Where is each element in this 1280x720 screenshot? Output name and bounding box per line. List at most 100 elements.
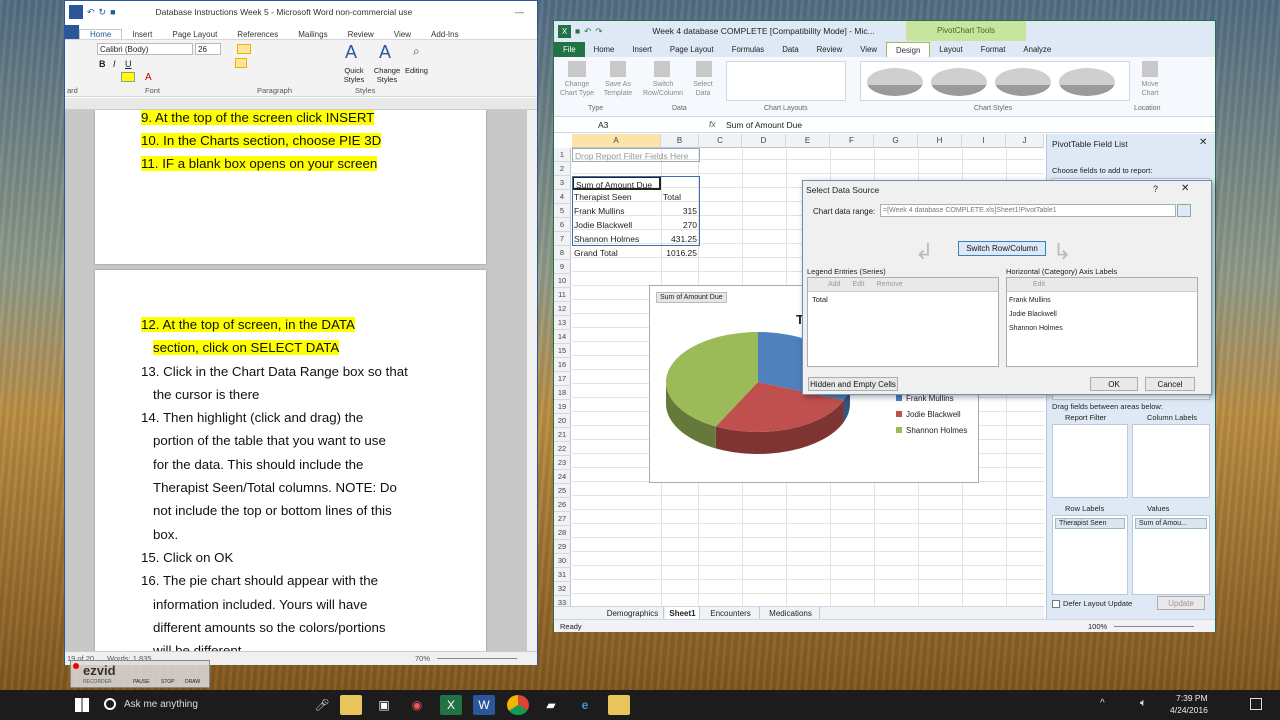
edit-axis-button[interactable]: Edit — [1033, 281, 1045, 288]
chart-styles-gallery[interactable] — [860, 61, 1130, 101]
values-area[interactable]: Sum of Amou... — [1132, 515, 1210, 595]
cancel-button[interactable]: Cancel — [1145, 377, 1195, 391]
chart-style-thumbnail[interactable] — [995, 68, 1051, 96]
pause-button[interactable]: PAUSE — [133, 679, 150, 685]
tab-add-ins[interactable]: Add-Ins — [421, 30, 469, 39]
name-box[interactable]: A3 — [556, 119, 662, 131]
series-item[interactable]: Total — [808, 292, 998, 307]
column-header[interactable]: I — [962, 134, 1006, 148]
column-header[interactable]: E — [786, 134, 830, 148]
field-list-close-icon[interactable]: ✕ — [1199, 137, 1207, 148]
chart-style-thumbnail[interactable] — [867, 68, 923, 96]
font-size-box[interactable]: 26 — [195, 43, 221, 55]
zoom-slider[interactable] — [437, 658, 517, 659]
draw-button[interactable]: DRAW — [185, 679, 200, 685]
tab-mailings[interactable]: Mailings — [288, 30, 337, 39]
pivot-row-name[interactable]: Frank Mullins — [572, 204, 661, 218]
chart-layouts-gallery[interactable] — [726, 61, 846, 101]
add-series-button[interactable]: Add — [828, 278, 840, 291]
tab-home[interactable]: Home — [585, 42, 624, 57]
move-chart-icon[interactable] — [1142, 61, 1158, 77]
switch-row-column-button[interactable]: Switch Row/Column — [958, 241, 1046, 256]
range-collapse-icon[interactable] — [1177, 204, 1191, 217]
tab-layout[interactable]: Layout — [930, 42, 971, 57]
excel-taskbar-icon[interactable]: X — [440, 695, 462, 715]
tab-home[interactable]: Home — [79, 29, 123, 39]
pivot-row-value[interactable]: 315 — [661, 204, 699, 218]
pivot-row-label[interactable]: Therapist Seen — [572, 190, 661, 204]
bullets-icon[interactable] — [237, 44, 251, 54]
tab-references[interactable]: References — [227, 30, 288, 39]
tab-formulas[interactable]: Formulas — [723, 42, 774, 57]
edge-icon[interactable]: e — [574, 695, 596, 715]
row-header[interactable]: 30 — [554, 554, 571, 568]
file-explorer-icon[interactable] — [340, 695, 362, 715]
value-field-chip[interactable]: Sum of Amou... — [1135, 518, 1207, 529]
row-header[interactable]: 11 — [554, 288, 571, 302]
row-header[interactable]: 24 — [554, 470, 571, 484]
save-as-template-button[interactable]: Save As Template — [598, 80, 638, 98]
column-header[interactable]: J — [1006, 134, 1044, 148]
pivot-grand-total-label[interactable]: Grand Total — [572, 246, 661, 260]
row-header[interactable]: 28 — [554, 526, 571, 540]
row-header[interactable]: 6 — [554, 218, 571, 232]
row-header[interactable]: 1 — [554, 148, 571, 162]
minimize-icon[interactable]: — — [515, 7, 524, 17]
pivot-row-name[interactable]: Jodie Blackwell — [572, 218, 661, 232]
column-header[interactable]: C — [699, 134, 742, 148]
network-icon[interactable]: ▰ — [540, 695, 562, 715]
dialog-close-icon[interactable]: ✕ — [1181, 183, 1189, 194]
row-header[interactable]: 26 — [554, 498, 571, 512]
word-taskbar-icon[interactable]: W — [473, 695, 495, 715]
word-vertical-scrollbar[interactable] — [527, 110, 537, 651]
row-header[interactable]: 9 — [554, 260, 571, 274]
formula-input[interactable]: Sum of Amount Due — [726, 119, 802, 131]
row-header[interactable]: 18 — [554, 386, 571, 400]
column-header[interactable]: F — [830, 134, 874, 148]
tab-insert[interactable]: Insert — [122, 30, 162, 39]
windows-start-icon[interactable] — [75, 698, 89, 712]
undo-icon[interactable]: ↶ — [87, 7, 95, 18]
redo-icon[interactable]: ↻ — [99, 7, 107, 18]
row-header[interactable]: 15 — [554, 344, 571, 358]
row-header[interactable]: 22 — [554, 442, 571, 456]
row-header[interactable]: 25 — [554, 484, 571, 498]
volume-icon[interactable]: 🔈︎ — [1140, 697, 1147, 710]
row-header[interactable]: 10 — [554, 274, 571, 288]
pivot-row-value[interactable]: 431.25 — [661, 232, 699, 246]
chart-field-button[interactable]: Sum of Amount Due — [656, 292, 727, 303]
row-header[interactable]: 7 — [554, 232, 571, 246]
switch-row-column-button[interactable]: Switch Row/Column — [640, 80, 686, 98]
legend-item[interactable]: Shannon Holmes — [896, 422, 967, 438]
notification-icon[interactable] — [1250, 698, 1262, 710]
tab-format[interactable]: Format — [972, 42, 1015, 57]
row-header[interactable]: 21 — [554, 428, 571, 442]
row-header[interactable]: 17 — [554, 372, 571, 386]
row-header[interactable]: 2 — [554, 162, 571, 176]
quick-styles-icon[interactable]: A — [345, 42, 357, 63]
save-icon[interactable]: ■ — [110, 7, 115, 17]
media-icon[interactable]: ◉ — [406, 695, 428, 715]
save-icon[interactable]: ■ — [575, 26, 580, 36]
edit-series-button[interactable]: Edit — [852, 278, 864, 291]
save-template-icon[interactable] — [610, 61, 626, 77]
tab-file[interactable]: File — [554, 42, 585, 57]
pivot-row-value[interactable]: 270 — [661, 218, 699, 232]
stop-button[interactable]: STOP — [161, 679, 175, 685]
store-icon[interactable]: ▣ — [373, 695, 395, 715]
font-name-box[interactable]: Calibri (Body) — [97, 43, 193, 55]
column-labels-area[interactable] — [1132, 424, 1210, 498]
tab-review[interactable]: Review — [338, 30, 384, 39]
select-data-button[interactable]: Select Data — [688, 80, 718, 98]
drop-filter-zone[interactable]: Drop Report Filter Fields Here — [572, 148, 700, 162]
tab-analyze[interactable]: Analyze — [1014, 42, 1060, 57]
row-field-chip[interactable]: Therapist Seen — [1055, 518, 1125, 529]
pivot-header-cell[interactable]: Sum of Amount Due — [572, 176, 661, 190]
font-color-icon[interactable]: A — [145, 72, 152, 83]
undo-icon[interactable]: ↶ — [584, 26, 591, 37]
row-header[interactable]: 27 — [554, 512, 571, 526]
clock-time[interactable]: 7:39 PM — [1176, 693, 1208, 703]
hidden-empty-cells-button[interactable]: Hidden and Empty Cells — [808, 377, 898, 391]
tab-page-layout[interactable]: Page Layout — [162, 30, 227, 39]
tab-review[interactable]: Review — [808, 42, 852, 57]
